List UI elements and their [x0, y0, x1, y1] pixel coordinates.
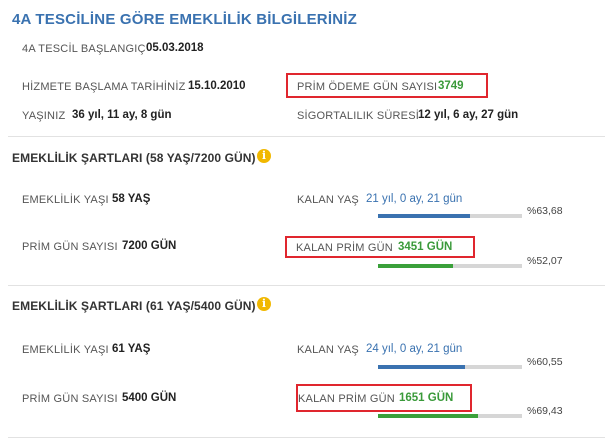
info-icon[interactable]: i: [257, 149, 271, 163]
remaining-age-label: KALAN YAŞ: [297, 194, 359, 206]
prim-days-required-value: 5400 GÜN: [122, 392, 177, 404]
remaining-prim-progress-fill: [378, 264, 453, 268]
remaining-age-progress: [378, 365, 522, 369]
remaining-prim-percent: %52,07: [527, 255, 563, 267]
divider: [8, 285, 605, 286]
divider: [8, 136, 605, 137]
remaining-prim-value: 1651 GÜN: [399, 392, 454, 404]
prim-days-required-label: PRİM GÜN SAYISI: [22, 393, 118, 405]
remaining-age-progress-fill: [378, 365, 466, 369]
prim-days-label: PRİM ÖDEME GÜN SAYISI: [297, 81, 438, 93]
service-start-label: HİZMETE BAŞLAMA TARİHİNİZ: [22, 81, 186, 93]
divider: [8, 437, 605, 438]
tescil-start-value: 05.03.2018: [146, 42, 204, 54]
service-start-value: 15.10.2010: [188, 80, 246, 92]
remaining-prim-percent: %69,43: [527, 405, 563, 417]
prim-days-required-value: 7200 GÜN: [122, 240, 177, 252]
remaining-prim-progress: [378, 264, 522, 268]
remaining-age-value: 21 yıl, 0 ay, 21 gün: [366, 193, 463, 205]
info-icon[interactable]: i: [257, 297, 271, 311]
prim-days-value: 3749: [438, 80, 464, 92]
remaining-age-percent: %60,55: [527, 356, 563, 368]
retirement-age-value: 61 YAŞ: [112, 343, 151, 355]
remaining-age-label: KALAN YAŞ: [297, 344, 359, 356]
remaining-prim-label: KALAN PRİM GÜN: [296, 242, 393, 254]
age-label: YAŞINIZ: [22, 110, 66, 122]
prim-days-required-label: PRİM GÜN SAYISI: [22, 241, 118, 253]
remaining-age-value: 24 yıl, 0 ay, 21 gün: [366, 343, 463, 355]
section-2-title: EMEKLİLİK ŞARTLARI (61 YAŞ/5400 GÜN): [12, 299, 256, 313]
retirement-age-value: 58 YAŞ: [112, 193, 151, 205]
tescil-start-label: 4A TESCİL BAŞLANGIÇ: [22, 43, 146, 55]
remaining-age-progress-fill: [378, 214, 470, 218]
remaining-prim-label: KALAN PRİM GÜN: [298, 393, 395, 405]
remaining-age-progress: [378, 214, 522, 218]
insured-duration-value: 12 yıl, 6 ay, 27 gün: [418, 109, 519, 121]
insured-duration-label: SİGORTALILIK SÜRESİ: [297, 110, 419, 122]
remaining-prim-progress: [378, 414, 522, 418]
remaining-prim-progress-fill: [378, 414, 478, 418]
remaining-age-percent: %63,68: [527, 205, 563, 217]
section-1-title: EMEKLİLİK ŞARTLARI (58 YAŞ/7200 GÜN): [12, 151, 256, 165]
remaining-prim-value: 3451 GÜN: [398, 241, 453, 253]
retirement-age-label: EMEKLİLİK YAŞI: [22, 194, 109, 206]
age-value: 36 yıl, 11 ay, 8 gün: [72, 109, 172, 121]
page-title: 4A TESCİLİNE GÖRE EMEKLİLİK BİLGİLERİNİZ: [12, 11, 357, 28]
retirement-age-label: EMEKLİLİK YAŞI: [22, 344, 109, 356]
